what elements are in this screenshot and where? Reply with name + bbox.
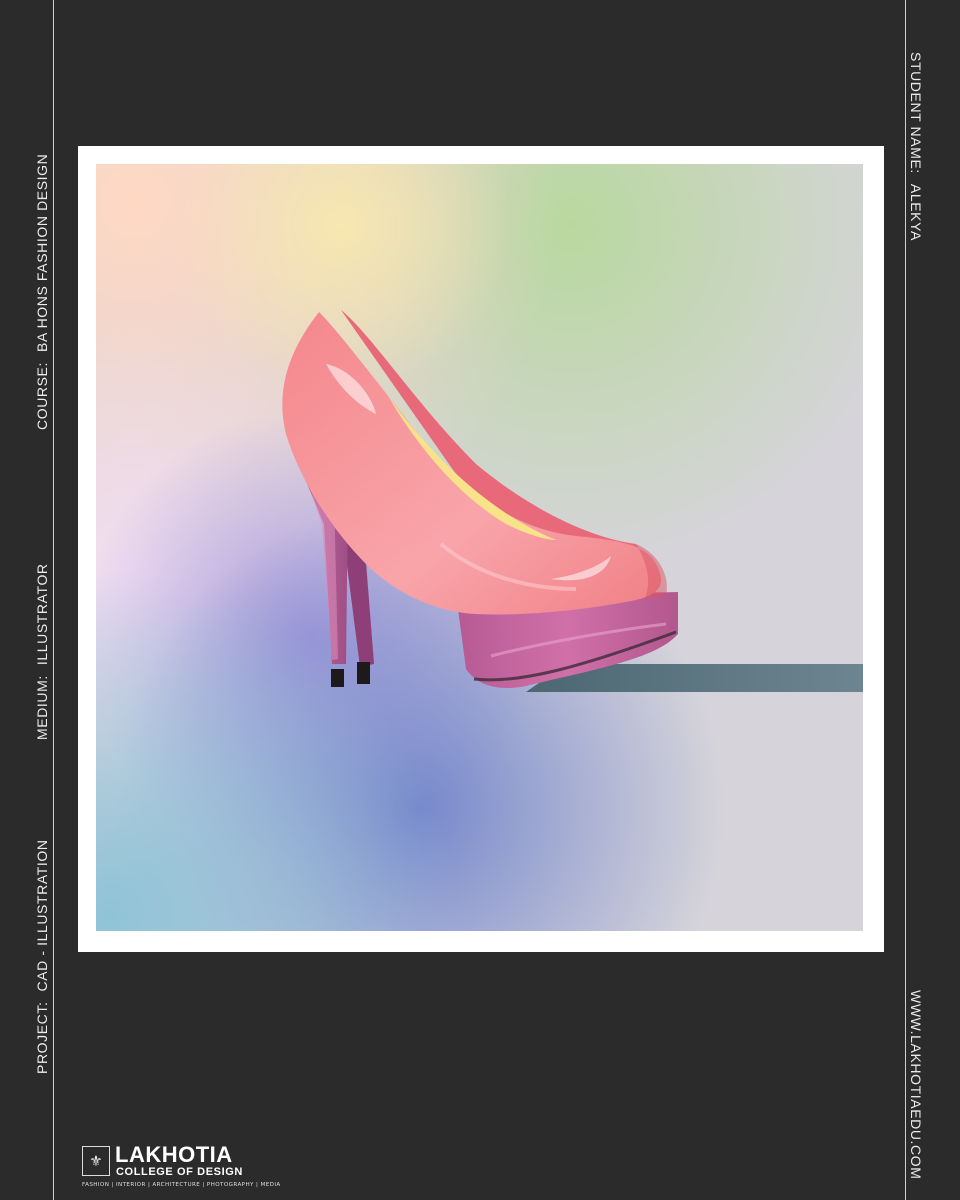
logo-subtitle: COLLEGE OF DESIGN <box>116 1166 243 1178</box>
crest-icon: ⚜ <box>82 1146 110 1176</box>
logo-tagline: FASHION | INTERIOR | ARCHITECTURE | PHOT… <box>82 1182 281 1188</box>
student-name-label: STUDENT NAME: ALEKYA <box>908 52 924 241</box>
course-label: COURSE: BA HONS FASHION DESIGN <box>34 154 50 430</box>
project-label-key: PROJECT: <box>34 1001 50 1074</box>
shoe-illustration <box>96 164 863 931</box>
course-label-value: BA HONS FASHION DESIGN <box>34 153 50 352</box>
project-label: PROJECT: CAD - ILLUSTRATION <box>34 839 50 1074</box>
logo-name: LAKHOTIA <box>115 1142 233 1167</box>
right-border-rule <box>905 0 906 1200</box>
medium-label-key: MEDIUM: <box>34 675 50 740</box>
course-label-key: COURSE: <box>34 362 50 430</box>
medium-label: MEDIUM: ILLUSTRATOR <box>34 563 50 740</box>
left-border-rule <box>53 0 54 1200</box>
college-logo: ⚜ LAKHOTIA COLLEGE OF DESIGN FASHION | I… <box>82 1142 280 1192</box>
project-label-value: CAD - ILLUSTRATION <box>34 839 50 992</box>
website-label: WWW.LAKHOTIAEDU.COM <box>908 990 924 1180</box>
student-name-value: ALEKYA <box>908 183 924 241</box>
student-name-key: STUDENT NAME: <box>908 52 924 174</box>
medium-label-value: ILLUSTRATOR <box>34 563 50 666</box>
